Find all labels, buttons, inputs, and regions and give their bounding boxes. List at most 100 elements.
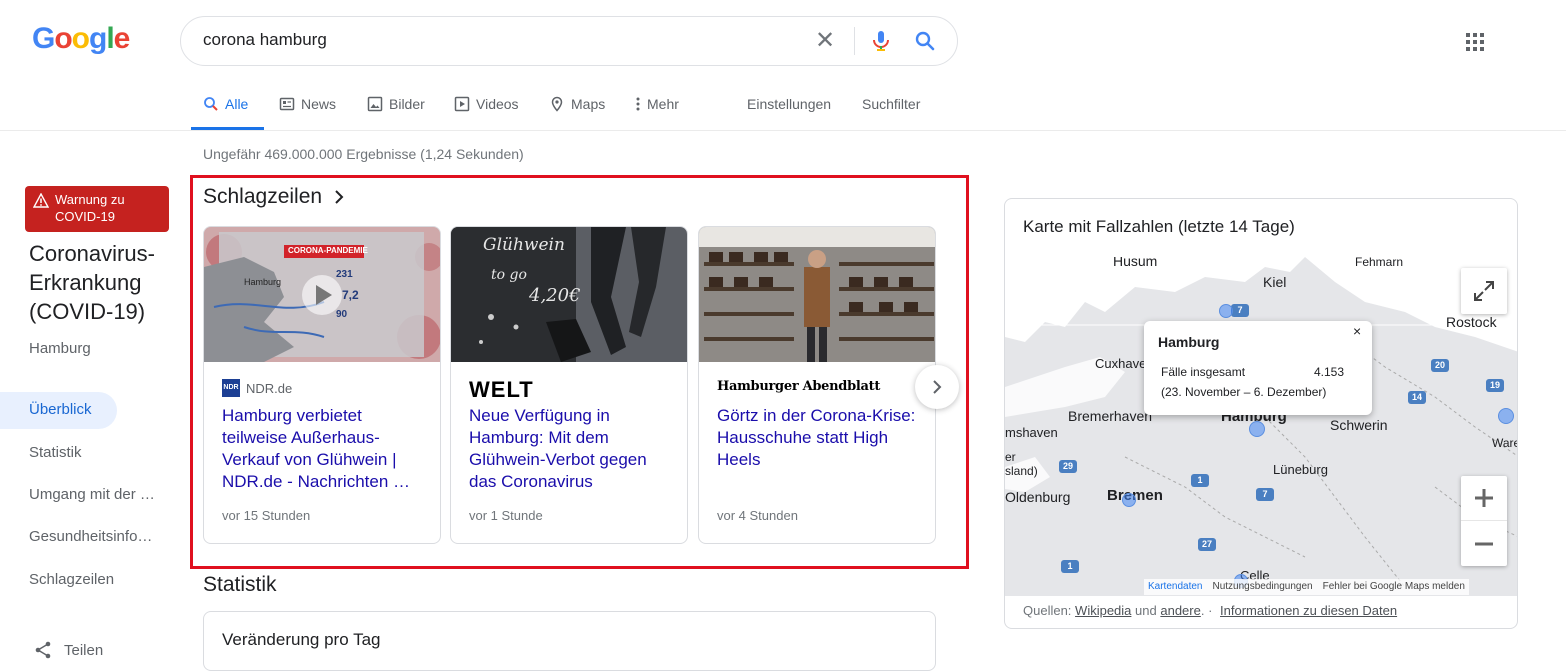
news-timestamp: vor 4 Stunden (717, 508, 798, 523)
terms-link[interactable]: Nutzungsbedingungen (1213, 581, 1313, 593)
map-city-label: Husum (1113, 257, 1158, 269)
thumbnail-stat: 7,2 (342, 288, 359, 302)
tab-alle[interactable]: Alle (203, 96, 248, 112)
sidebar-item-statistik[interactable]: Statistik (29, 444, 164, 461)
logo-letter: e (113, 22, 131, 55)
road-marker: 1 (1191, 474, 1209, 487)
zoom-in-button[interactable] (1461, 476, 1507, 521)
tab-news[interactable]: News (279, 96, 336, 112)
news-headline-link[interactable]: Hamburg verbietet teilweise Außerhaus-Ve… (222, 405, 427, 493)
share-label: Teilen (64, 641, 104, 659)
news-thumbnail: Glühwein to go 4,20€ (451, 227, 687, 362)
ndr-logo-icon: NDR (222, 379, 240, 397)
map-city-label: Fehmarn (1355, 257, 1404, 269)
covid-warning-button[interactable]: Warnung zu COVID-19 (25, 186, 169, 232)
fullscreen-button[interactable] (1461, 268, 1507, 314)
map-attribution: Kartendaten Nutzungsbedingungen Fehler b… (1144, 579, 1469, 595)
sidebar-item-ueberblick[interactable]: Überblick (29, 401, 164, 418)
thumbnail-stat: 90 (336, 309, 348, 320)
video-icon (454, 96, 470, 112)
map-title: Karte mit Fallzahlen (letzte 14 Tage) (1023, 217, 1295, 236)
statistik-card-title: Veränderung pro Tag (222, 630, 381, 649)
sidebar-item-schlagzeilen[interactable]: Schlagzeilen (29, 571, 164, 588)
header-divider (0, 130, 1566, 131)
thumbnail-city: Hamburg (244, 277, 282, 287)
search-input[interactable] (203, 30, 803, 50)
news-card[interactable]: Hamburger Abendblatt Görtz in der Corona… (698, 226, 936, 544)
google-logo[interactable]: Google (32, 22, 131, 56)
road-marker: 14 (1408, 391, 1426, 404)
map-city-label: Oldenburg (1005, 489, 1071, 505)
sign-text: 4,20€ (529, 285, 581, 306)
case-marker[interactable] (1219, 304, 1233, 318)
more-vert-icon (636, 97, 640, 111)
wikipedia-link[interactable]: Wikipedia (1075, 603, 1131, 618)
shoe-store-thumbnail (699, 227, 935, 362)
map-sources: Quellen: Wikipedia und andere. · Informa… (1023, 603, 1397, 618)
news-icon (279, 97, 295, 111)
news-timestamp: vor 1 Stunde (469, 508, 543, 523)
tab-label: Alle (225, 96, 249, 112)
case-map-card: Karte mit Fallzahlen (letzte 14 Tage) Hu… (1004, 198, 1518, 629)
tab-einstellungen[interactable]: Einstellungen (747, 96, 831, 112)
tab-mehr[interactable]: Mehr (635, 96, 679, 112)
tab-maps[interactable]: Maps (549, 96, 605, 112)
apps-grid-icon[interactable] (1465, 32, 1485, 52)
zoom-controls (1461, 476, 1507, 566)
search-icon[interactable] (913, 29, 937, 53)
zoom-out-button[interactable] (1461, 521, 1507, 566)
case-map[interactable]: Husum Fehmarn Kiel Rostock Cuxhave Breme… (1005, 257, 1518, 596)
data-info-link[interactable]: Informationen zu diesen Daten (1220, 603, 1397, 618)
plus-icon (1475, 489, 1493, 507)
news-card[interactable]: CORONA-PANDEMIE Hamburg 231 7,2 90 NDR N… (203, 226, 441, 544)
map-pin-icon (551, 96, 563, 112)
news-headline-link[interactable]: Görtz in der Corona-Krise: Hausschuhe st… (717, 405, 922, 471)
tab-bilder[interactable]: Bilder (367, 96, 425, 112)
headlines-heading[interactable]: Schlagzeilen (203, 185, 344, 209)
image-icon (367, 96, 383, 112)
minus-icon (1475, 542, 1493, 545)
news-timestamp: vor 15 Stunden (222, 508, 311, 523)
warning-icon (33, 193, 49, 208)
tab-label: News (301, 96, 337, 112)
carousel-next-button[interactable] (915, 365, 959, 409)
news-headline-link[interactable]: Neue Verfügung in Hamburg: Mit dem Glühw… (469, 405, 674, 493)
road-marker: 29 (1059, 460, 1077, 473)
share-button[interactable]: Teilen (34, 641, 103, 659)
map-city-label: Ware (1492, 436, 1518, 450)
sidebar-item-umgang[interactable]: Umgang mit der … (29, 486, 164, 503)
case-marker[interactable] (1498, 408, 1514, 424)
sources-and: und (1135, 603, 1157, 618)
sources-separator: . · (1200, 603, 1213, 618)
news-card[interactable]: Glühwein to go 4,20€ WELT Neue Verfügung… (450, 226, 688, 544)
logo-letter: l (106, 22, 114, 55)
road-marker: 7 (1231, 304, 1249, 317)
sidebar-item-gesundheitsinfo[interactable]: Gesundheitsinfo… (29, 528, 164, 545)
popup-value: 4.153 (1314, 365, 1345, 379)
tab-label: Mehr (647, 96, 679, 112)
chevron-right-icon (335, 190, 344, 204)
tab-suchfilter[interactable]: Suchfilter (862, 96, 920, 112)
microphone-icon[interactable] (869, 29, 893, 53)
tab-videos[interactable]: Videos (454, 96, 519, 112)
case-marker[interactable] (1249, 421, 1265, 437)
search-box: ✕ (180, 16, 958, 66)
map-city-label: Schwerin (1330, 417, 1388, 433)
expand-icon (1474, 281, 1494, 301)
map-city-label: sland) (1005, 464, 1038, 478)
other-sources-link[interactable]: andere (1160, 603, 1200, 618)
search-icon (204, 97, 218, 111)
popup-title: Hamburg (1158, 334, 1220, 350)
popup-label: Fälle insgesamt (1161, 365, 1246, 379)
case-marker[interactable] (1122, 493, 1136, 507)
map-city-label: Cuxhave (1095, 356, 1147, 371)
clear-icon[interactable]: ✕ (815, 29, 835, 53)
news-source: Hamburger Abendblatt (717, 379, 880, 394)
map-data-link[interactable]: Kartendaten (1148, 581, 1203, 593)
sign-text: to go (491, 267, 527, 283)
report-error-link[interactable]: Fehler bei Google Maps melden (1323, 581, 1465, 593)
close-icon[interactable]: × (1353, 323, 1361, 339)
sign-text: Glühwein (483, 235, 565, 255)
map-info-popup: Hamburg × Fälle insgesamt 4.153 (23. Nov… (1144, 321, 1372, 415)
logo-letter: o (54, 22, 72, 55)
